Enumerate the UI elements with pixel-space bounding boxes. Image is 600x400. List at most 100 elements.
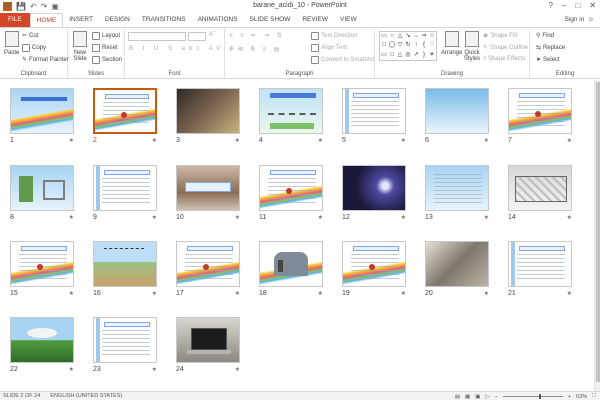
shape-fill-button[interactable]: ◉ Shape Fill xyxy=(483,32,517,40)
transition-star-icon[interactable]: ★ xyxy=(152,137,157,144)
slide-preview[interactable] xyxy=(425,88,489,134)
transition-star-icon[interactable]: ★ xyxy=(318,137,323,144)
maximize-button[interactable]: □ xyxy=(575,1,580,10)
transition-star-icon[interactable]: ★ xyxy=(235,366,240,373)
select-button[interactable]: ➤ Select xyxy=(536,56,560,64)
transition-star-icon[interactable]: ★ xyxy=(152,214,157,221)
tab-animations[interactable]: ANIMATIONS xyxy=(192,13,244,27)
slide-thumbnail-4[interactable]: 4 ★ xyxy=(259,88,323,144)
cut-button[interactable]: ✂ Cut xyxy=(22,32,38,40)
scrollbar-thumb[interactable] xyxy=(596,82,600,382)
minimize-button[interactable]: – xyxy=(562,1,566,10)
slide-thumbnail-14[interactable]: 14 ★ xyxy=(508,165,572,221)
format-painter-button[interactable]: ✎ Format Painter xyxy=(22,56,69,64)
transition-star-icon[interactable]: ★ xyxy=(318,290,323,297)
zoom-level[interactable]: 63% xyxy=(576,394,587,400)
slide-thumbnail-1[interactable]: 1 ★ xyxy=(10,88,74,144)
font-size-field[interactable] xyxy=(188,32,206,41)
slide-preview[interactable] xyxy=(259,241,323,287)
tab-slide-show[interactable]: SLIDE SHOW xyxy=(244,13,297,27)
transition-star-icon[interactable]: ★ xyxy=(401,290,406,297)
transition-star-icon[interactable]: ★ xyxy=(484,137,489,144)
slide-preview[interactable] xyxy=(93,241,157,287)
slide-preview[interactable] xyxy=(342,88,406,134)
tab-design[interactable]: DESIGN xyxy=(99,13,136,27)
slide-preview[interactable] xyxy=(176,165,240,211)
transition-star-icon[interactable]: ★ xyxy=(152,366,157,373)
transition-star-icon[interactable]: ★ xyxy=(152,290,157,297)
convert-smartart-button[interactable]: Convert to SmartArt xyxy=(311,56,374,64)
slide-thumbnail-15[interactable]: 15 ★ xyxy=(10,241,74,297)
list-buttons[interactable]: ≡ ≡ ⇤ ⇥ ⇅ xyxy=(229,32,285,39)
slide-preview[interactable] xyxy=(93,165,157,211)
transition-star-icon[interactable]: ★ xyxy=(484,290,489,297)
increase-font-icon[interactable]: Aˆ xyxy=(209,32,215,38)
zoom-in-icon[interactable]: + xyxy=(568,394,571,400)
transition-star-icon[interactable]: ★ xyxy=(567,214,572,221)
transition-star-icon[interactable]: ★ xyxy=(235,137,240,144)
slide-thumbnail-16[interactable]: 16 ★ xyxy=(93,241,157,297)
slide-thumbnail-12[interactable]: 12 ★ xyxy=(342,165,406,221)
new-slide-button[interactable]: New Slide xyxy=(72,31,88,62)
reset-button[interactable]: Reset xyxy=(92,44,118,52)
find-button[interactable]: ⚲ Find xyxy=(536,32,554,40)
slide-thumbnail-8[interactable]: 8 ★ xyxy=(10,165,74,221)
shapes-gallery[interactable]: ▭ ○ △ ↘ → ⇒ ☆ □ ◯ ▽ ↻ ↑{♡ ▭ □ △ ◎ ↗} ☀ xyxy=(379,31,437,61)
vertical-scrollbar[interactable] xyxy=(594,80,600,391)
shape-outline-button[interactable]: ✎ Shape Outline xyxy=(483,44,528,52)
tab-transitions[interactable]: TRANSITIONS xyxy=(136,13,192,27)
alignment-buttons[interactable]: ≡ ≡ ≡ ≡ ▤ xyxy=(229,46,282,53)
section-button[interactable]: Section xyxy=(92,56,122,64)
slide-preview[interactable] xyxy=(10,88,74,134)
align-text-button[interactable]: Align Text xyxy=(311,44,347,52)
slide-thumbnail-6[interactable]: 6 ★ xyxy=(425,88,489,144)
slide-thumbnail-17[interactable]: 17 ★ xyxy=(176,241,240,297)
transition-star-icon[interactable]: ★ xyxy=(69,137,74,144)
help-button[interactable]: ? xyxy=(549,1,553,10)
slide-preview[interactable] xyxy=(93,317,157,363)
layout-button[interactable]: Layout xyxy=(92,32,120,40)
zoom-slider[interactable] xyxy=(502,394,563,399)
zoom-out-icon[interactable]: − xyxy=(495,394,498,400)
slide-thumbnail-18[interactable]: 18 ★ xyxy=(259,241,323,297)
transition-star-icon[interactable]: ★ xyxy=(235,290,240,297)
slide-preview[interactable] xyxy=(508,165,572,211)
slide-preview[interactable] xyxy=(176,241,240,287)
slide-thumbnail-20[interactable]: 20 ★ xyxy=(425,241,489,297)
slide-preview[interactable] xyxy=(508,241,572,287)
slide-thumbnail-11[interactable]: 11 ★ xyxy=(259,165,323,221)
slide-sorter-view-icon[interactable]: ▦ xyxy=(465,394,470,400)
transition-star-icon[interactable]: ★ xyxy=(567,290,572,297)
replace-button[interactable]: ⇆ Replace xyxy=(536,44,565,52)
transition-star-icon[interactable]: ★ xyxy=(235,214,240,221)
sign-in[interactable]: Sign in ☺ xyxy=(564,16,594,23)
slide-thumbnail-23[interactable]: 23 ★ xyxy=(93,317,157,373)
slide-thumbnail-5[interactable]: 5 ★ xyxy=(342,88,406,144)
arrange-button[interactable]: Arrange xyxy=(441,31,462,56)
slide-preview[interactable] xyxy=(93,88,157,134)
slide-thumbnail-22[interactable]: 22 ★ xyxy=(10,317,74,373)
slide-preview[interactable] xyxy=(10,317,74,363)
text-direction-button[interactable]: Text Direction xyxy=(311,32,357,40)
slide-thumbnail-10[interactable]: 10 ★ xyxy=(176,165,240,221)
font-name-field[interactable] xyxy=(128,32,186,41)
transition-star-icon[interactable]: ★ xyxy=(484,214,489,221)
slide-preview[interactable] xyxy=(259,165,323,211)
tab-review[interactable]: REVIEW xyxy=(296,13,334,27)
slide-preview[interactable] xyxy=(425,165,489,211)
close-button[interactable]: ✕ xyxy=(589,1,596,10)
slide-preview[interactable] xyxy=(259,88,323,134)
slide-preview[interactable] xyxy=(425,241,489,287)
tab-home[interactable]: HOME xyxy=(29,12,64,28)
slideshow-view-icon[interactable]: ▷ xyxy=(485,394,489,400)
tab-insert[interactable]: INSERT xyxy=(63,13,99,27)
slide-thumbnail-3[interactable]: 3 ★ xyxy=(176,88,240,144)
tab-file[interactable]: FILE xyxy=(0,13,30,27)
transition-star-icon[interactable]: ★ xyxy=(69,366,74,373)
copy-button[interactable]: Copy xyxy=(22,44,46,52)
reading-view-icon[interactable]: ▣ xyxy=(475,394,480,400)
slide-preview[interactable] xyxy=(342,165,406,211)
slide-preview[interactable] xyxy=(10,165,74,211)
quick-styles-button[interactable]: Quick Styles xyxy=(463,31,481,62)
transition-star-icon[interactable]: ★ xyxy=(401,214,406,221)
